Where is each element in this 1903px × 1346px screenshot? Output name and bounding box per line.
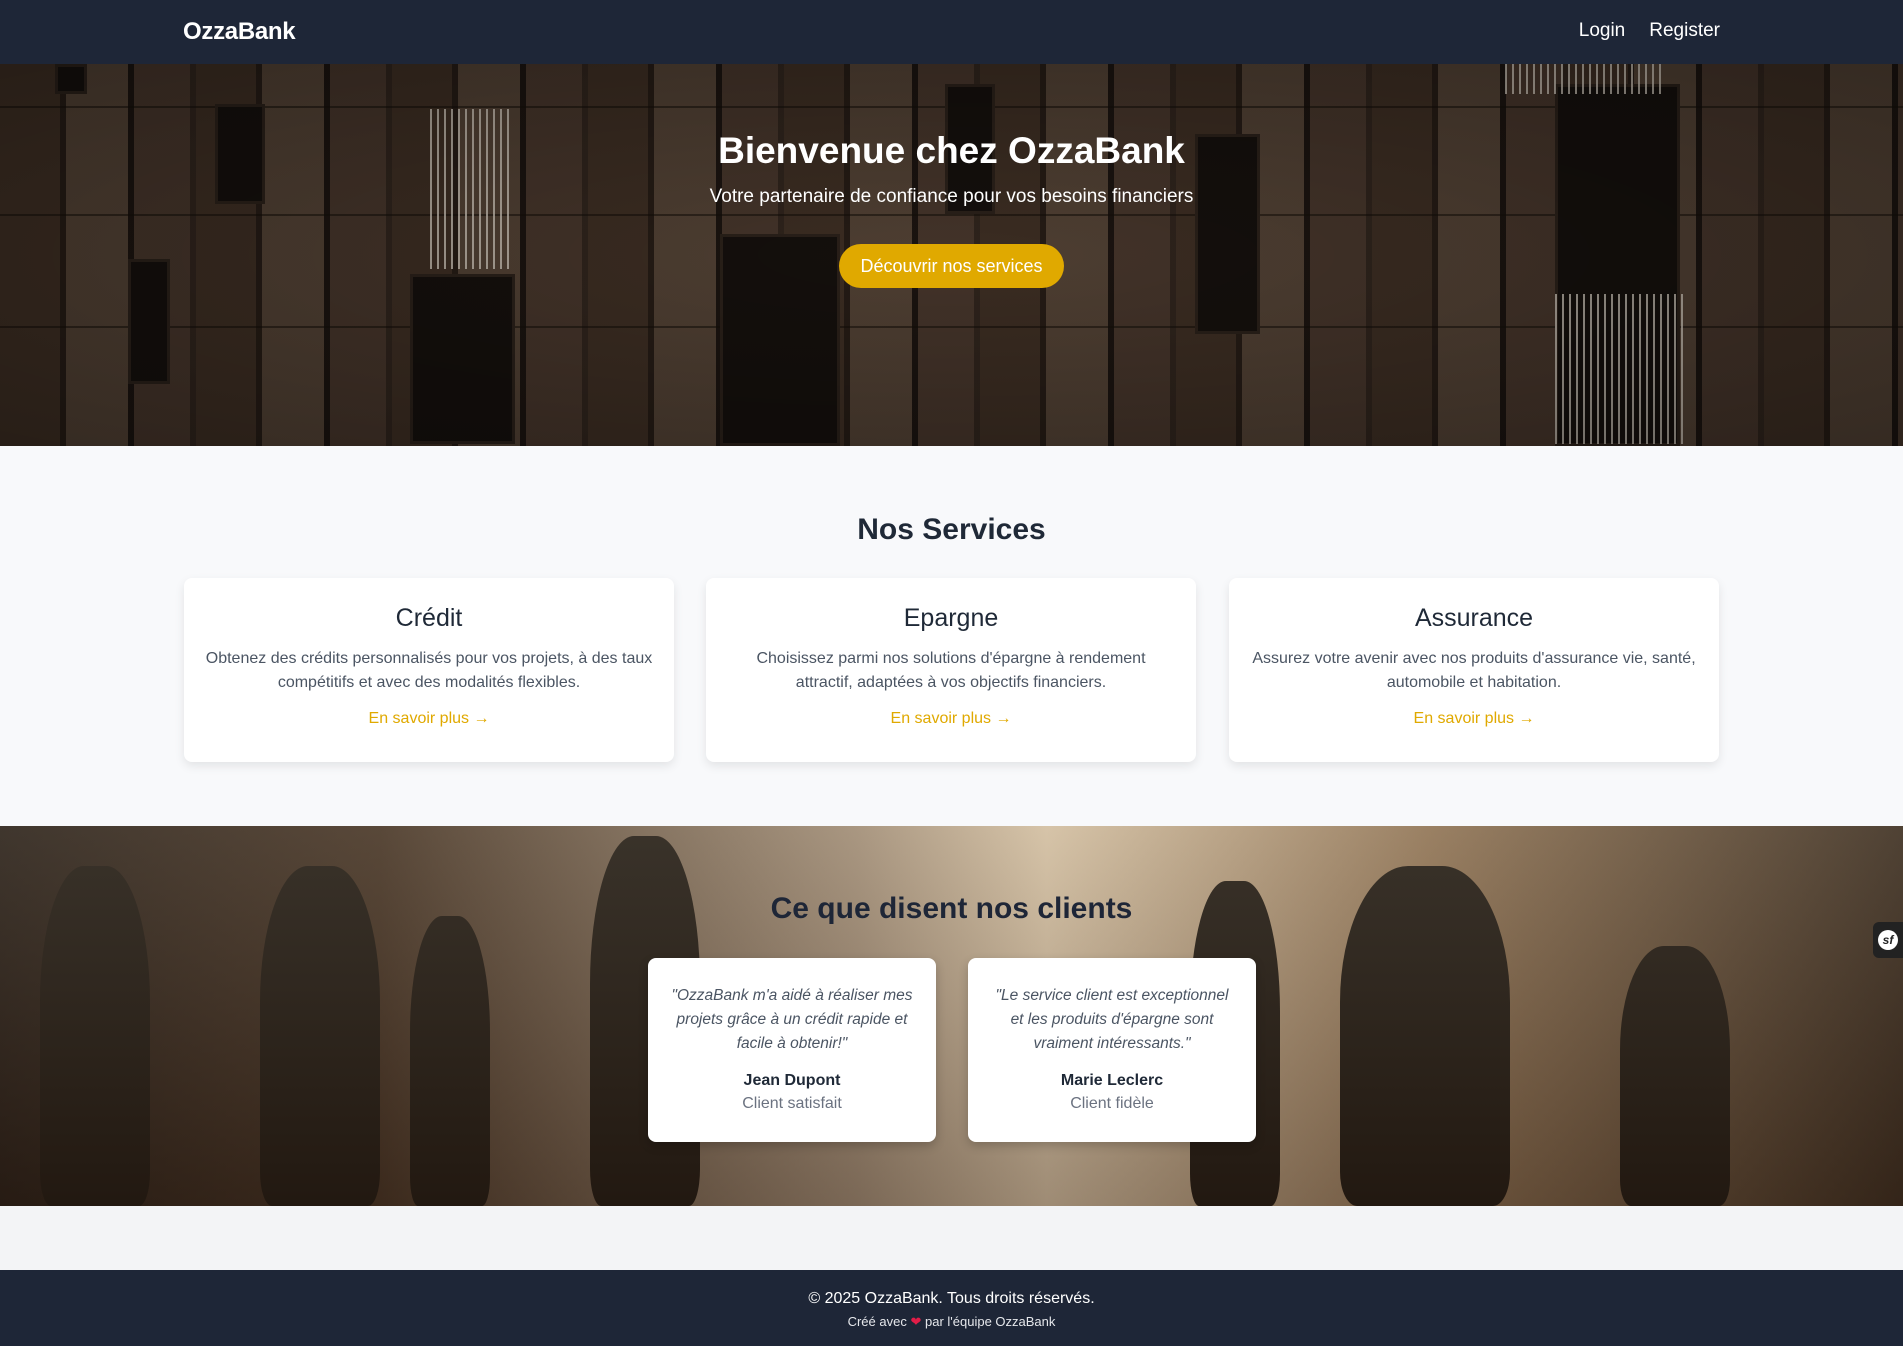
footer-credit-suffix: par l'équipe OzzaBank	[925, 1314, 1056, 1329]
symfony-debug-toolbar-toggle[interactable]: sf	[1873, 922, 1903, 958]
hero-section: Bienvenue chez OzzaBank Votre partenaire…	[0, 64, 1903, 446]
testimonial-role: Client satisfait	[742, 1095, 842, 1112]
service-card-description: Obtenez des crédits personnalisés pour v…	[205, 650, 653, 691]
testimonial-quote: "OzzaBank m'a aidé à réaliser mes projet…	[671, 987, 913, 1052]
testimonial-role: Client fidèle	[1070, 1095, 1154, 1112]
hero-title: Bienvenue chez OzzaBank	[718, 130, 1185, 171]
nav-links: Login Register	[1579, 20, 1720, 42]
services-title: Nos Services	[857, 513, 1046, 546]
discover-services-button[interactable]: Découvrir nos services	[839, 244, 1064, 288]
service-card-title: Assurance	[1414, 604, 1534, 632]
hero-subtitle: Votre partenaire de confiance pour vos b…	[709, 186, 1194, 207]
service-card-credit: Crédit Obtenez des crédits personnalisés…	[184, 578, 674, 762]
learn-more-link-credit[interactable]: En savoir plus →	[184, 710, 674, 728]
service-card-description: Choisissez parmi nos solutions d'épargne…	[756, 650, 1146, 691]
testimonials-section: Ce que disent nos clients "OzzaBank m'a …	[0, 826, 1903, 1206]
footer-copyright: © 2025 OzzaBank. Tous droits réservés.	[808, 1290, 1095, 1307]
footer-credit-prefix: Créé avec	[847, 1314, 907, 1329]
learn-more-link-epargne[interactable]: En savoir plus →	[706, 710, 1196, 728]
testimonial-card: "Le service client est exceptionnel et l…	[968, 958, 1256, 1142]
service-card-description: Assurez votre avenir avec nos produits d…	[1252, 650, 1696, 691]
top-navbar: OzzaBank Login Register	[0, 0, 1903, 64]
testimonial-quote: "Le service client est exceptionnel et l…	[995, 987, 1229, 1052]
testimonial-card: "OzzaBank m'a aidé à réaliser mes projet…	[648, 958, 936, 1142]
service-card-title: Epargne	[903, 604, 999, 632]
register-link[interactable]: Register	[1649, 20, 1720, 42]
login-link[interactable]: Login	[1579, 20, 1626, 42]
service-card-epargne: Epargne Choisissez parmi nos solutions d…	[706, 578, 1196, 762]
testimonials-title: Ce que disent nos clients	[770, 892, 1133, 925]
brand-logo[interactable]: OzzaBank	[183, 18, 296, 46]
footer-credit: Créé avec ❤ par l'équipe OzzaBank	[0, 1314, 1903, 1330]
services-section: Nos Services Crédit Obtenez des crédits …	[0, 446, 1903, 826]
learn-more-link-assurance[interactable]: En savoir plus →	[1229, 710, 1719, 728]
testimonial-author: Marie Leclerc	[1060, 1072, 1164, 1089]
service-card-assurance: Assurance Assurez votre avenir avec nos …	[1229, 578, 1719, 762]
symfony-icon: sf	[1878, 930, 1898, 950]
page-footer: © 2025 OzzaBank. Tous droits réservés. C…	[0, 1270, 1903, 1346]
testimonials-haze	[0, 826, 1903, 1206]
service-card-title: Crédit	[395, 604, 463, 632]
testimonial-author: Jean Dupont	[743, 1072, 841, 1089]
heart-icon: ❤	[910, 1314, 922, 1329]
